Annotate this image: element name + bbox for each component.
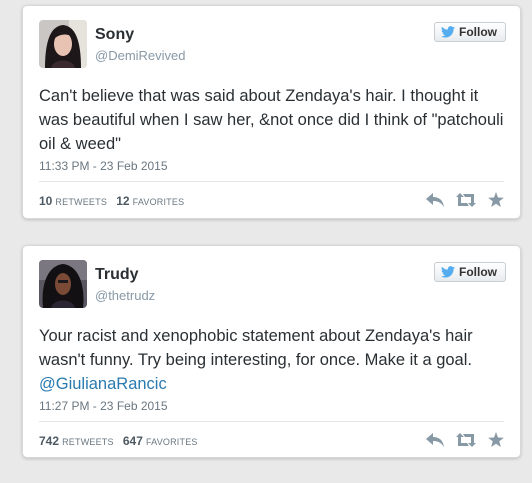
avatar[interactable] bbox=[39, 260, 87, 308]
divider bbox=[39, 181, 504, 182]
retweets-label: RETWEETS bbox=[55, 197, 108, 207]
star-icon[interactable] bbox=[488, 432, 504, 447]
favorites-label: FAVORITES bbox=[132, 197, 185, 207]
reply-icon[interactable] bbox=[426, 192, 444, 207]
tweet-actions bbox=[426, 192, 504, 207]
retweet-count[interactable]: 10 bbox=[39, 194, 52, 208]
tweet-text: Your racist and xenophobic statement abo… bbox=[39, 324, 510, 396]
retweet-icon[interactable] bbox=[456, 432, 476, 447]
display-name[interactable]: Sony bbox=[95, 26, 134, 44]
favorites-label: FAVORITES bbox=[145, 437, 198, 447]
follow-button[interactable]: Follow bbox=[434, 22, 506, 42]
tweet-text: Can't believe that was said about Zenday… bbox=[39, 84, 510, 156]
favorite-count[interactable]: 647 bbox=[123, 434, 143, 448]
twitter-bird-icon bbox=[441, 266, 455, 278]
retweet-icon[interactable] bbox=[456, 192, 476, 207]
tweet-stats: 742 RETWEETS 647 FAVORITES bbox=[39, 434, 198, 448]
reply-icon[interactable] bbox=[426, 432, 444, 447]
divider bbox=[39, 421, 504, 422]
tweet-body: Can't believe that was said about Zenday… bbox=[39, 87, 504, 153]
mention-link[interactable]: @GiulianaRancic bbox=[39, 375, 167, 393]
user-handle[interactable]: @DemiRevived bbox=[95, 48, 186, 63]
star-icon[interactable] bbox=[488, 192, 504, 207]
tweet-body: Your racist and xenophobic statement abo… bbox=[39, 327, 473, 369]
tweet-card: Sony @DemiRevived Follow Can't believe t… bbox=[22, 5, 521, 219]
follow-button[interactable]: Follow bbox=[434, 262, 506, 282]
timestamp[interactable]: 11:27 PM - 23 Feb 2015 bbox=[39, 399, 168, 413]
avatar[interactable] bbox=[39, 20, 87, 68]
follow-label: Follow bbox=[459, 25, 497, 39]
timestamp[interactable]: 11:33 PM - 23 Feb 2015 bbox=[39, 159, 168, 173]
follow-label: Follow bbox=[459, 265, 497, 279]
user-handle[interactable]: @thetrudz bbox=[95, 288, 155, 303]
retweets-label: RETWEETS bbox=[62, 437, 114, 447]
favorite-count[interactable]: 12 bbox=[116, 194, 129, 208]
retweet-count[interactable]: 742 bbox=[39, 434, 59, 448]
display-name[interactable]: Trudy bbox=[95, 266, 139, 284]
tweet-stats: 10 RETWEETS 12 FAVORITES bbox=[39, 194, 184, 208]
twitter-bird-icon bbox=[441, 26, 455, 38]
tweet-actions bbox=[426, 432, 504, 447]
tweet-card: Trudy @thetrudz Follow Your racist and x… bbox=[22, 245, 521, 458]
